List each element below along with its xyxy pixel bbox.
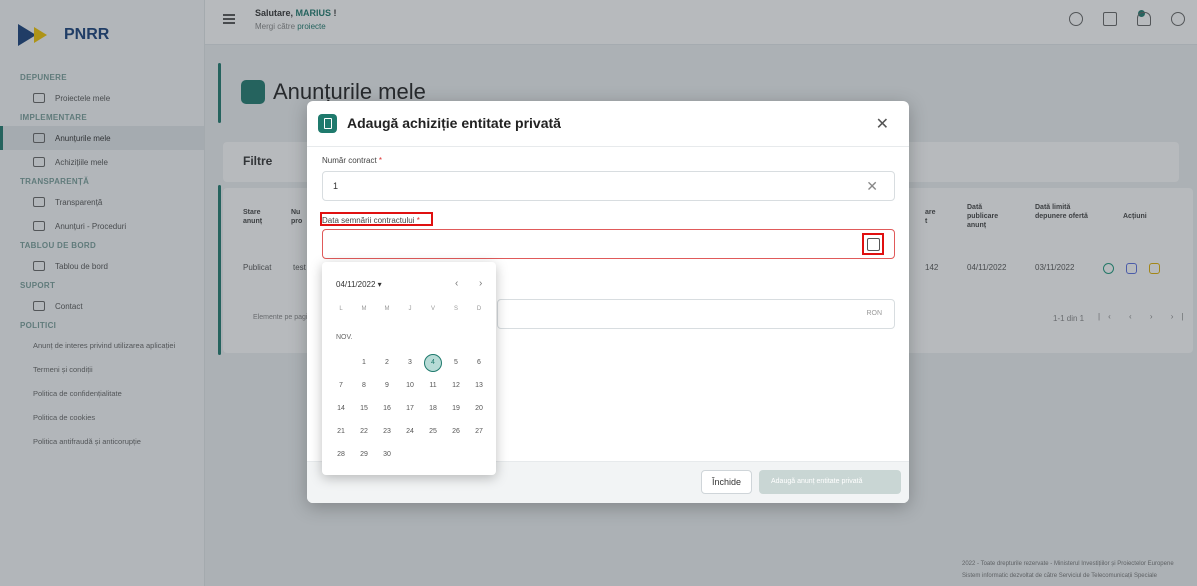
currency-suffix: RON [866,310,882,317]
highlight-box [320,212,433,226]
weekday-label: L [339,306,343,312]
contract-number-value: 1 [333,181,339,191]
weekday-label: M [361,306,367,312]
calendar-day[interactable]: 11 [424,377,442,395]
picker-month-label: NOV. [336,334,353,341]
calendar-day[interactable]: 13 [470,377,488,395]
modal-header: Adaugă achiziție entitate privată ✕ [307,101,909,147]
calendar-day[interactable]: 22 [355,423,373,441]
add-entity-button[interactable]: Adaugă anunț entitate privată [759,470,901,494]
contract-number-label-text: Număr contract [322,156,377,165]
weekday-label: S [453,306,458,312]
calendar-day[interactable]: 9 [378,377,396,395]
calendar-day[interactable]: 6 [470,354,488,372]
calendar-day[interactable]: 27 [470,423,488,441]
signing-date-input[interactable] [322,229,895,259]
calendar-day[interactable]: 3 [401,354,419,372]
calendar-day[interactable]: 7 [332,377,350,395]
calendar-day[interactable]: 30 [378,446,396,464]
modal-title: Adaugă achiziție entitate privată [347,115,561,131]
close-icon[interactable]: ✕ [876,114,889,134]
calendar-day[interactable]: 19 [447,400,465,418]
calendar-day[interactable]: 8 [355,377,373,395]
selected-day[interactable]: 4 [424,354,442,372]
calendar-day[interactable]: 17 [401,400,419,418]
weekday-label: V [430,306,435,312]
clear-icon[interactable]: ✕ [866,172,878,200]
value-input[interactable]: RON [497,299,895,329]
calendar-day[interactable]: 1 [355,354,373,372]
picker-month-selector[interactable]: 04/11/2022 ▾ [336,280,382,289]
calendar-day[interactable]: 28 [332,446,350,464]
calendar-day[interactable]: 29 [355,446,373,464]
contract-number-label: Număr contract * [322,156,382,165]
calendar-day[interactable]: 15 [355,400,373,418]
calendar-day[interactable]: 24 [401,423,419,441]
calendar-day[interactable]: 26 [447,423,465,441]
picker-current-date: 04/11/2022 [336,280,376,289]
calendar-day[interactable]: 21 [332,423,350,441]
weekday-label: D [476,306,482,312]
calendar-day[interactable]: 2 [378,354,396,372]
close-button[interactable]: Închide [700,470,752,494]
calendar-day[interactable]: 14 [332,400,350,418]
date-picker: 04/11/2022 ▾ ‹ › LMMJVSD NOV. 1234567891… [322,262,496,475]
calendar-day[interactable]: 5 [447,354,465,372]
document-add-icon [318,114,337,133]
contract-number-input[interactable]: 1 ✕ [322,171,895,201]
calendar-day[interactable]: 20 [470,400,488,418]
weekday-label: J [408,306,412,312]
calendar-day[interactable]: 12 [447,377,465,395]
calendar-day[interactable]: 23 [378,423,396,441]
calendar-day[interactable]: 16 [378,400,396,418]
required-marker: * [378,156,383,165]
calendar-icon[interactable] [867,238,880,251]
next-month-icon[interactable]: › [479,278,482,289]
weekday-label: M [384,306,390,312]
prev-month-icon[interactable]: ‹ [455,278,458,289]
calendar-day[interactable]: 18 [424,400,442,418]
calendar-day[interactable]: 10 [401,377,419,395]
calendar-day[interactable]: 25 [424,423,442,441]
